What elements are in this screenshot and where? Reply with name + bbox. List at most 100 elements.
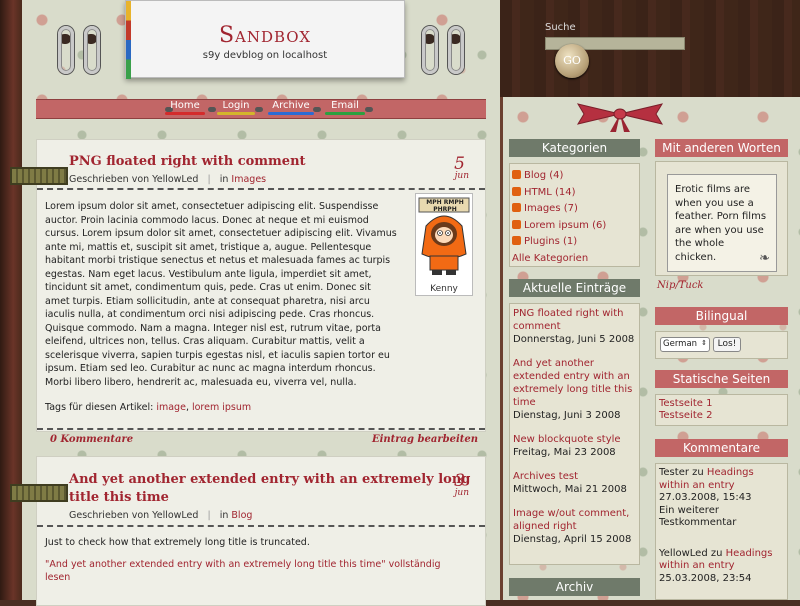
post-title-line: title this time (69, 490, 169, 505)
comment-text: Testkommentar (659, 517, 737, 528)
post-body-line: eleifend, ultrices non, tellus. Cras ali… (45, 336, 365, 347)
recent-entry-date: Mittwoch, Mai 21 2008 (513, 484, 627, 495)
comment-date: 27.03.2008, 15:43 (659, 492, 752, 503)
nav-home[interactable]: Home (165, 100, 205, 115)
nav-email[interactable]: Email (325, 100, 365, 115)
ribbon-bow-icon (576, 103, 664, 132)
category-item[interactable]: Plugins (1) (512, 234, 637, 251)
nav-dot (365, 107, 373, 112)
recent-entry: Image w/out comment, aligned right Diens… (513, 507, 636, 546)
sidebar-heading-archiv: Archiv (509, 578, 640, 596)
post-body-line: auctor. Proin lacinia commodo lacus. Don… (45, 214, 369, 226)
language-submit-button[interactable]: Los! (713, 337, 741, 352)
category-item[interactable]: Blog (4) (512, 168, 637, 185)
binder-ring (422, 26, 438, 74)
recent-entry-date: Freitag, Mai 23 2008 (513, 447, 616, 458)
post-category-link[interactable]: Images (231, 174, 266, 185)
tags-label: Tags für diesen Artikel: (45, 402, 154, 413)
rss-icon[interactable] (512, 203, 521, 212)
post-body-line: Quisque commodo. Nam a magna. Integer ni… (45, 322, 381, 334)
sidebar-aktuelle: PNG floated right with comment Donnersta… (509, 303, 640, 565)
recent-entry: And yet another extended entry with an e… (513, 357, 636, 422)
all-categories-link[interactable]: Alle Kategorien (512, 251, 637, 268)
quote-line: Erotic films are (675, 184, 751, 195)
sidebar-kategorien: Blog (4) HTML (14) Images (7) Lorem ipsu… (509, 163, 640, 267)
post-body: Lorem ipsum dolor sit amet, consectetuer… (45, 200, 410, 415)
nav-dot (208, 107, 216, 112)
post-divider (37, 525, 485, 527)
nav-home-label: Home (170, 100, 200, 111)
comments-link[interactable]: 0 Kommentare (50, 434, 133, 445)
sidebar-kommentare: Tester zu Headings within an entry 27.03… (655, 463, 788, 600)
post-body-line: tincidunt sit amet, condimentum quis, pe… (45, 282, 371, 293)
color-strip (126, 1, 131, 79)
post-meta: Geschrieben von YellowLed | in Blog (69, 510, 253, 521)
rss-icon[interactable] (512, 236, 521, 245)
sidebar-statische: Testseite 1 Testseite 2 (655, 394, 788, 426)
left-edge (0, 0, 22, 600)
read-more-line: lesen (45, 572, 71, 583)
quote-line: chicken. (675, 251, 717, 263)
post-footer-divider (37, 428, 485, 430)
post-title-line: And yet another extended entry with an e… (69, 472, 471, 487)
post-footer: 0 Kommentare Eintrag bearbeiten (36, 432, 486, 450)
category-link[interactable]: Lorem ipsum (6) (524, 220, 606, 231)
read-more-link[interactable]: "And yet another extended entry with an … (45, 558, 475, 585)
comment-item: Tester zu Headings within an entry 27.03… (659, 467, 784, 530)
site-subtitle: s9y devblog on localhost (202, 50, 328, 61)
category-link[interactable]: HTML (14) (524, 187, 576, 198)
rss-icon[interactable] (512, 186, 521, 196)
language-select-value: German (663, 339, 698, 349)
language-select[interactable]: German ⇕ (660, 337, 710, 352)
nav-archive[interactable]: Archive (268, 100, 314, 115)
category-link[interactable]: Blog (4) (524, 170, 563, 181)
search-go-button[interactable]: GO (555, 44, 589, 78)
comment-entry-link[interactable]: Headings (707, 467, 754, 478)
select-arrows-icon: ⇕ (701, 339, 707, 347)
post-image: MPH RMPH PHRPH Kenny (415, 193, 473, 296)
edit-entry-link[interactable]: Eintrag bearbeiten (372, 434, 478, 445)
nav-login[interactable]: Login (217, 100, 255, 115)
category-item[interactable]: Lorem ipsum (6) (512, 218, 637, 235)
site-title[interactable]: Sandbox (126, 23, 404, 48)
comment-entry-link[interactable]: within an entry (659, 560, 784, 573)
category-link[interactable]: Images (7) (524, 203, 578, 214)
quote-line: are when you use (675, 224, 764, 236)
recent-entry-title-line: extremely long title this (513, 384, 633, 395)
category-link[interactable]: Plugins (1) (524, 236, 577, 247)
recent-entry-title[interactable]: And yet another extended entry with an e… (513, 357, 636, 409)
post-title[interactable]: And yet another extended entry with an e… (69, 471, 470, 507)
rss-icon[interactable] (512, 170, 521, 179)
quote-line: feather. Porn films (675, 211, 767, 222)
comment-entry-link[interactable]: Headings (726, 548, 773, 559)
binder-ring (84, 26, 100, 74)
category-item[interactable]: HTML (14) (512, 185, 637, 202)
post-title[interactable]: PNG floated right with comment (69, 154, 306, 169)
tag-link[interactable]: image (156, 402, 186, 413)
recent-entry-title[interactable]: New blockquote style (513, 433, 636, 446)
rss-icon[interactable] (512, 219, 521, 229)
category-item[interactable]: Images (7) (512, 201, 637, 218)
tag-link[interactable]: lorem ipsum (192, 402, 251, 413)
search-label: Suche (545, 22, 576, 33)
sidebar-quote: Erotic films are when you use a feather.… (655, 161, 788, 276)
site-header: Sandbox s9y devblog on localhost (125, 0, 405, 79)
recent-entry-title[interactable]: Image w/out comment, aligned right (513, 507, 636, 533)
kenny-speech: MPH RMPH PHRPH (426, 199, 464, 213)
nav-email-label: Email (331, 100, 359, 111)
comment-author: YellowLed zu (659, 547, 723, 559)
sidebar-heading-statische: Statische Seiten (655, 370, 788, 388)
static-page-link[interactable]: Testseite 1 (659, 398, 784, 410)
nav-dot (313, 107, 321, 112)
sidebar-heading-quote: Mit anderen Worten (655, 139, 788, 157)
recent-entry-title[interactable]: Archives test (513, 470, 636, 483)
static-page-link[interactable]: Testseite 2 (659, 410, 784, 422)
post-bookmark-tab (10, 167, 68, 185)
post-category-link[interactable]: Blog (231, 510, 252, 521)
recent-entry-title[interactable]: PNG floated right with comment (513, 307, 636, 333)
binder-ring (58, 26, 74, 74)
comment-entry-link[interactable]: within an entry (659, 480, 784, 493)
recent-entry: PNG floated right with comment Donnersta… (513, 307, 636, 346)
recent-entry-date: Dienstag, April 15 2008 (513, 534, 632, 545)
post-body-line: Just to check how that extremely long ti… (45, 537, 310, 548)
